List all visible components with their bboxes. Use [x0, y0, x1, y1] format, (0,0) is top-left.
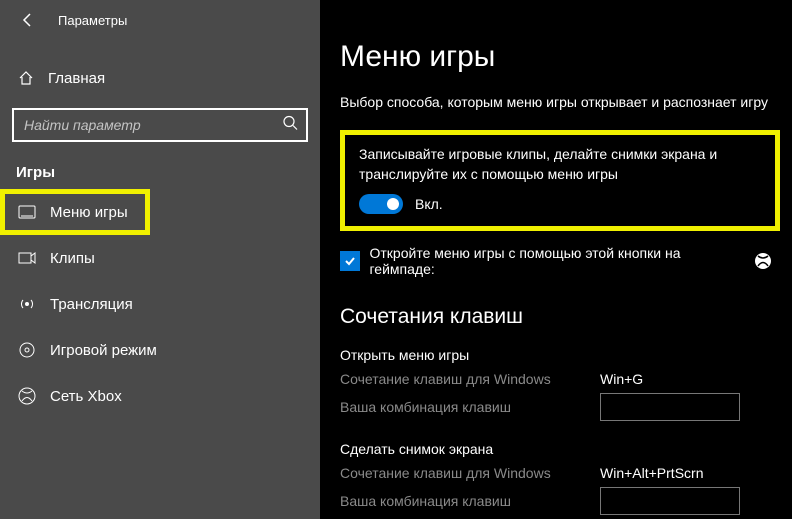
sidebar-item-game-bar[interactable]: Меню игры	[0, 189, 150, 235]
search-wrap	[12, 108, 308, 142]
sidebar-home[interactable]: Главная	[0, 58, 320, 98]
shortcut-windows-value: Win+G	[600, 371, 643, 387]
sidebar-item-label: Трансляция	[50, 296, 133, 313]
shortcut-line-user: Ваша комбинация клавиш	[340, 487, 772, 515]
shortcut-title: Сделать снимок экрана	[340, 441, 772, 457]
toggle-label: Вкл.	[415, 196, 443, 212]
shortcut-windows-label: Сочетание клавиш для Windows	[340, 465, 600, 481]
gamebar-icon	[18, 203, 36, 221]
sidebar-item-label: Клипы	[50, 250, 95, 267]
search-icon	[282, 115, 298, 136]
shortcuts-heading: Сочетания клавиш	[340, 305, 772, 329]
gamemode-icon	[18, 341, 36, 359]
arrow-left-icon	[20, 12, 36, 28]
game-bar-toggle[interactable]	[359, 194, 403, 214]
home-label: Главная	[48, 70, 105, 87]
shortcut-line-user: Ваша комбинация клавиш	[340, 393, 772, 421]
app-title: Параметры	[58, 13, 127, 28]
sidebar: Параметры Главная Игры Меню игры Клипы Т…	[0, 0, 320, 519]
sidebar-item-xbox-network[interactable]: Сеть Xbox	[0, 373, 320, 419]
shortcut-line-windows: Сочетание клавиш для Windows Win+Alt+Prt…	[340, 465, 772, 481]
main-panel: Меню игры Выбор способа, которым меню иг…	[320, 0, 792, 519]
header-row: Параметры	[0, 0, 320, 40]
sidebar-item-label: Сеть Xbox	[50, 388, 122, 405]
sidebar-section-label: Игры	[16, 164, 320, 181]
page-title: Меню игры	[340, 40, 772, 74]
shortcut-user-label: Ваша комбинация клавиш	[340, 493, 600, 509]
sidebar-item-captures[interactable]: Клипы	[0, 235, 320, 281]
page-subtitle: Выбор способа, которым меню игры открыва…	[340, 94, 772, 110]
clip-icon	[18, 249, 36, 267]
search-input[interactable]	[12, 108, 308, 142]
xbox-icon	[18, 387, 36, 405]
box-description: Записывайте игровые клипы, делайте снимк…	[359, 145, 761, 184]
check-icon	[343, 254, 357, 268]
toggle-row: Вкл.	[359, 194, 761, 214]
sidebar-item-broadcasting[interactable]: Трансляция	[0, 281, 320, 327]
game-bar-toggle-box: Записывайте игровые клипы, делайте снимк…	[340, 130, 780, 231]
shortcut-group-open: Открыть меню игры Сочетание клавиш для W…	[340, 347, 772, 421]
broadcast-icon	[18, 295, 36, 313]
shortcut-windows-value: Win+Alt+PrtScrn	[600, 465, 703, 481]
shortcut-title: Открыть меню игры	[340, 347, 772, 363]
xbox-button-icon	[754, 252, 772, 270]
shortcut-group-screenshot: Сделать снимок экрана Сочетание клавиш д…	[340, 441, 772, 515]
shortcut-windows-label: Сочетание клавиш для Windows	[340, 371, 600, 387]
sidebar-item-label: Игровой режим	[50, 342, 157, 359]
controller-label: Откройте меню игры с помощью этой кнопки…	[370, 245, 741, 277]
shortcut-user-label: Ваша комбинация клавиш	[340, 399, 600, 415]
toggle-knob	[387, 198, 399, 210]
shortcut-user-input[interactable]	[600, 393, 740, 421]
back-button[interactable]	[12, 4, 44, 36]
sidebar-item-label: Меню игры	[50, 204, 128, 221]
sidebar-item-game-mode[interactable]: Игровой режим	[0, 327, 320, 373]
controller-checkbox[interactable]	[340, 251, 360, 271]
controller-checkbox-row: Откройте меню игры с помощью этой кнопки…	[340, 245, 772, 277]
shortcut-line-windows: Сочетание клавиш для Windows Win+G	[340, 371, 772, 387]
home-icon	[18, 70, 34, 86]
shortcut-user-input[interactable]	[600, 487, 740, 515]
